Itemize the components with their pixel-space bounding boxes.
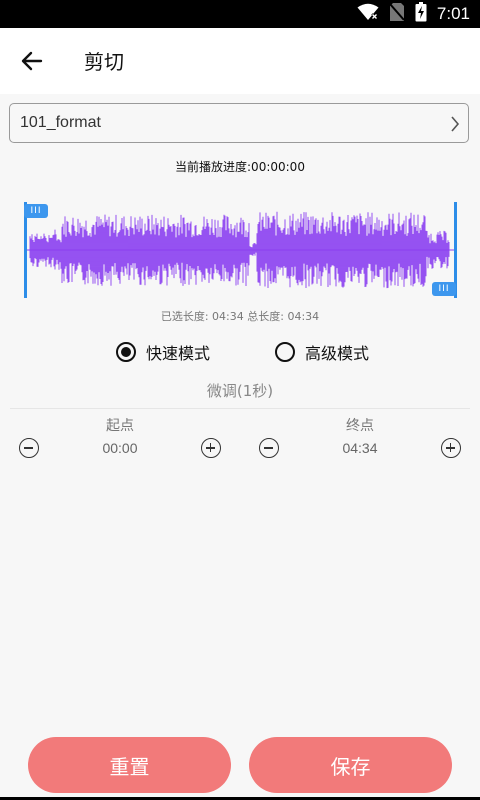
file-selector[interactable]: 101_format	[9, 103, 469, 143]
mode-advanced-radio[interactable]: 高级模式	[275, 340, 369, 364]
start-handle[interactable]: III	[24, 204, 48, 218]
mode-fast-radio[interactable]: 快速模式	[116, 340, 210, 364]
divider	[10, 408, 470, 409]
reset-button[interactable]: 重置	[28, 737, 231, 793]
end-label: 终点	[346, 418, 374, 434]
waveform-editor[interactable]: III III	[22, 200, 458, 300]
app-bar: 剪切	[0, 28, 480, 94]
playback-progress: 当前播放进度:00:00:00	[175, 160, 305, 174]
chevron-right-icon	[450, 115, 460, 137]
start-label: 起点	[106, 418, 134, 434]
end-increase-button[interactable]	[441, 438, 461, 458]
file-name: 101_format	[20, 114, 101, 131]
end-value: 04:34	[342, 440, 378, 456]
end-decrease-button[interactable]	[259, 438, 279, 458]
status-time: 7:01	[436, 4, 470, 23]
back-button[interactable]	[14, 45, 50, 77]
radio-selected-icon	[116, 342, 136, 362]
battery-charging-icon	[415, 2, 427, 26]
fine-tune-title: 微调(1秒)	[206, 382, 274, 400]
no-sim-icon	[389, 2, 405, 26]
end-handle[interactable]: III	[432, 282, 456, 296]
page-title: 剪切	[84, 50, 124, 74]
mode-selector: 快速模式 高级模式	[0, 337, 480, 365]
save-button[interactable]: 保存	[249, 737, 452, 793]
start-value: 00:00	[102, 440, 138, 456]
mode-fast-label: 快速模式	[146, 344, 211, 363]
radio-unselected-icon	[275, 342, 295, 362]
status-bar: 7:01	[0, 0, 480, 28]
start-decrease-button[interactable]	[19, 438, 39, 458]
mode-advanced-label: 高级模式	[305, 344, 370, 363]
selection-length: 已选长度: 04:34 总长度: 04:34	[160, 310, 320, 323]
wifi-icon	[357, 3, 379, 25]
arrow-left-icon	[21, 51, 43, 71]
waveform	[26, 211, 454, 289]
start-increase-button[interactable]	[201, 438, 221, 458]
